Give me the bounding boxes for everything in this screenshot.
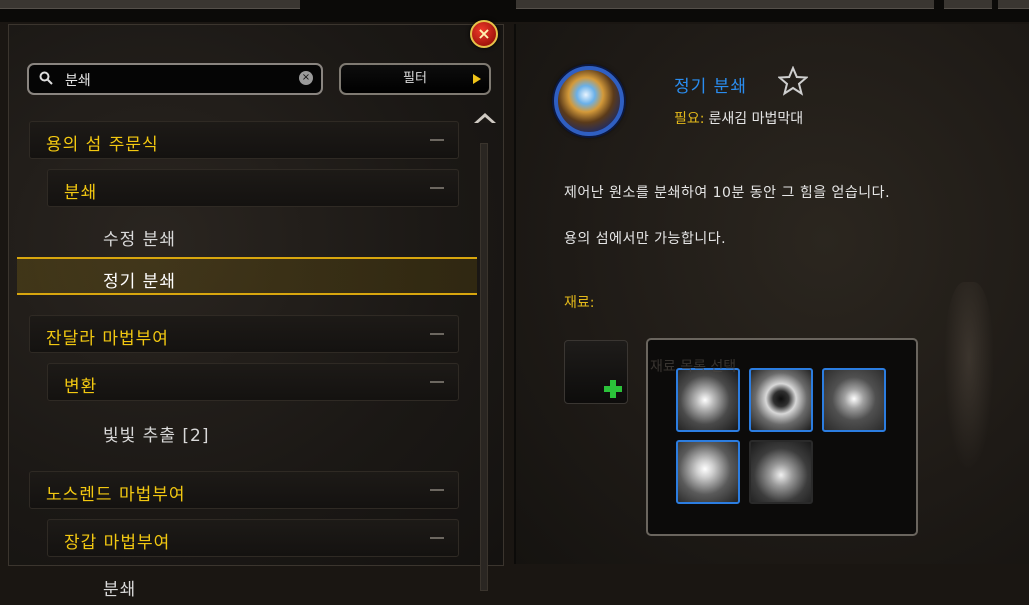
collapse-icon[interactable] <box>430 537 444 539</box>
material-slot[interactable] <box>822 368 886 432</box>
filter-arrow-icon <box>473 74 481 84</box>
row-label: 분쇄 <box>103 580 137 600</box>
collapse-icon[interactable] <box>430 139 444 141</box>
plus-icon <box>604 380 622 398</box>
recipe-detail-panel: 정기 분쇄 필요: 룬새김 마법막대 제어난 원소를 분쇄하여 10분 동안 그 … <box>514 24 1029 564</box>
collapse-icon[interactable] <box>430 489 444 491</box>
category-row[interactable]: 변환 <box>47 363 459 401</box>
row-label: 장갑 마법부여 <box>64 533 171 553</box>
category-row[interactable]: 노스렌드 마법부여 <box>29 471 459 509</box>
row-label: 정기 분쇄 <box>103 272 176 292</box>
row-label: 변환 <box>64 377 98 397</box>
row-label: 잔달라 마법부여 <box>46 329 169 349</box>
category-row[interactable]: 잔달라 마법부여 <box>29 315 459 353</box>
row-label: 노스렌드 마법부여 <box>46 485 186 505</box>
collapse-icon[interactable] <box>430 187 444 189</box>
materials-hint: 재료 목록 선택 <box>650 359 737 375</box>
top-bar-segment <box>0 0 300 9</box>
background-figure <box>944 282 994 472</box>
filter-button-label: 필터 <box>403 71 427 86</box>
search-input[interactable] <box>63 69 287 91</box>
material-slot[interactable] <box>749 440 813 504</box>
recipe-row[interactable]: 분쇄 <box>103 567 459 605</box>
material-slot[interactable] <box>749 368 813 432</box>
top-bar-segment <box>998 0 1029 9</box>
close-icon[interactable]: × <box>470 20 498 48</box>
clear-icon[interactable]: × <box>299 71 313 85</box>
row-label: 빛빛 추출 [2] <box>103 426 210 446</box>
recipe-row[interactable]: 수정 분쇄 <box>103 217 459 255</box>
recipe-list-panel: × 필터 용의 섬 주문식분쇄수정 분쇄정기 분쇄잔달라 마법부여변환빛빛 추출… <box>8 24 504 600</box>
collapse-icon[interactable] <box>430 333 444 335</box>
scroll-up-icon[interactable] <box>474 113 496 123</box>
add-material-slot[interactable] <box>564 340 628 404</box>
material-slot[interactable] <box>676 440 740 504</box>
scrollbar[interactable] <box>471 113 496 591</box>
recipe-row[interactable]: 빛빛 추출 [2] <box>103 413 459 451</box>
category-row[interactable]: 장갑 마법부여 <box>47 519 459 557</box>
collapse-icon[interactable] <box>430 381 444 383</box>
recipe-title: 정기 분쇄 <box>674 77 747 97</box>
top-bar <box>0 0 1029 22</box>
description-line-2: 용의 섬에서만 가능합니다. <box>564 231 727 247</box>
top-bar-segment <box>516 0 934 9</box>
row-label: 수정 분쇄 <box>103 230 176 250</box>
category-row[interactable]: 용의 섬 주문식 <box>29 121 459 159</box>
row-label: 분쇄 <box>64 183 98 203</box>
requirement-value: 룬새김 마법막대 <box>708 111 804 127</box>
category-row[interactable]: 분쇄 <box>47 169 459 207</box>
scrollbar-track[interactable] <box>480 143 488 591</box>
requirement-label: 필요: <box>674 111 705 127</box>
filter-button[interactable]: 필터 <box>339 63 491 95</box>
material-slot[interactable] <box>676 368 740 432</box>
top-bar-segment <box>944 0 992 9</box>
recipe-icon[interactable] <box>554 66 624 136</box>
description-line-1: 제어난 원소를 분쇄하여 10분 동안 그 힘을 얻습니다. <box>564 185 891 201</box>
recipe-row[interactable]: 정기 분쇄 <box>17 257 477 295</box>
star-icon[interactable] <box>778 66 808 96</box>
materials-label: 재료: <box>564 295 595 311</box>
requirement: 필요: 룬새김 마법막대 <box>674 108 803 128</box>
search-box[interactable]: × <box>27 63 323 95</box>
row-label: 용의 섬 주문식 <box>46 135 159 155</box>
search-icon <box>39 71 53 85</box>
